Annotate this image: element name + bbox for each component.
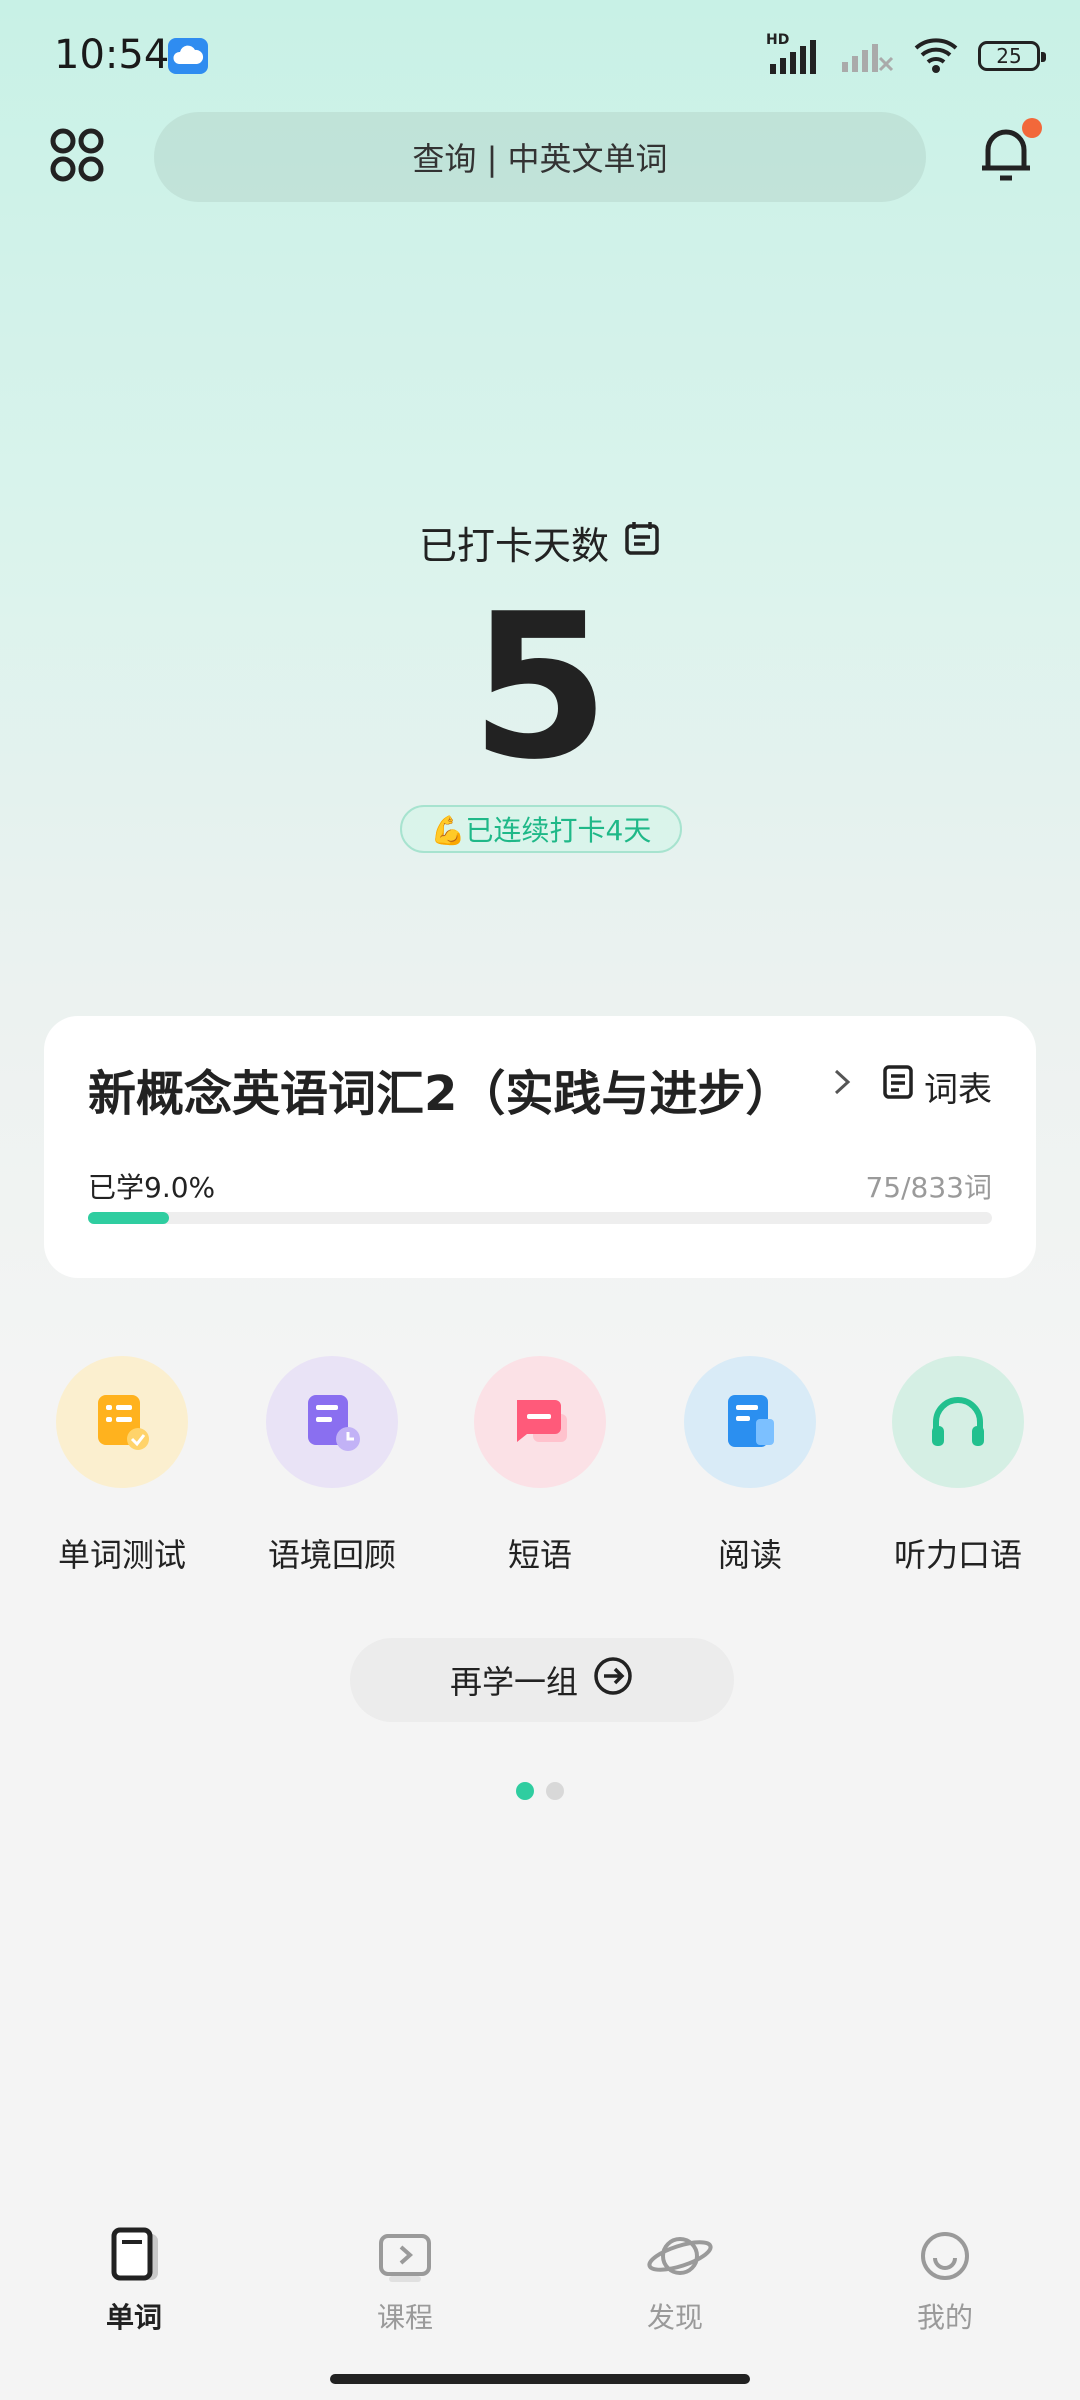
courses-tab-icon [375, 2226, 435, 2286]
battery-level: 25 [996, 44, 1022, 68]
status-time: 10:54 [54, 32, 170, 78]
wordlist-label: 词表 [924, 1070, 992, 1110]
feature-phrase[interactable]: 短语 [470, 1356, 610, 1576]
feature-label: 阅读 [717, 1536, 782, 1574]
nav-label: 发现 [646, 2301, 703, 2334]
nav-label: 单词 [105, 2301, 162, 2334]
progress-count: 75/833词 [865, 1171, 992, 1204]
progress-track [88, 1212, 992, 1224]
home-indicator [330, 2374, 750, 2384]
wifi-icon [912, 34, 960, 78]
feature-label: 听力口语 [893, 1536, 1022, 1574]
words-tab-icon [104, 2226, 164, 2286]
learn-again-label: 再学一组 [449, 1663, 578, 1701]
headphones-icon [892, 1356, 1024, 1488]
reading-icon [684, 1356, 816, 1488]
menu-grid-icon[interactable] [48, 126, 106, 184]
search-bar[interactable]: 查询 | 中英文单词 [154, 112, 926, 202]
phrase-icon [474, 1356, 606, 1488]
checkin-days: 5 [470, 571, 610, 804]
feature-listening-speaking[interactable]: 听力口语 [888, 1356, 1028, 1576]
page-dot-active [516, 1782, 534, 1800]
feature-label: 单词测试 [57, 1536, 186, 1574]
wordlist-button[interactable]: 词表 [830, 1062, 992, 1111]
nav-label: 课程 [376, 2301, 433, 2334]
chevron-right-icon [830, 1065, 854, 1108]
wordlist-icon [882, 1064, 914, 1109]
feature-label: 语境回顾 [267, 1536, 396, 1574]
feature-context-review[interactable]: 语境回顾 [262, 1356, 402, 1576]
word-test-icon [56, 1356, 188, 1488]
feature-label: 短语 [507, 1536, 572, 1574]
planet-icon [645, 2226, 713, 2286]
status-indicators: HD 25 [766, 32, 1046, 78]
nav-label: 我的 [916, 2301, 973, 2334]
signal-off-icon [840, 34, 894, 78]
calendar-icon[interactable] [623, 519, 661, 566]
profile-smile-icon [915, 2226, 975, 2286]
feature-word-test[interactable]: 单词测试 [52, 1356, 192, 1576]
streak-badge: 💪已连续打卡4天 [400, 805, 682, 853]
book-card[interactable]: 新概念英语词汇2（实践与进步） 词表 已学9.0% 75/833词 [44, 1016, 1036, 1278]
notification-dot [1022, 118, 1042, 138]
battery-icon: 25 [978, 41, 1046, 71]
checkin-title-text: 已打卡天数 [418, 524, 609, 568]
nav-mine[interactable]: 我的 [875, 2226, 1015, 2336]
nav-courses[interactable]: 课程 [335, 2226, 475, 2336]
progress-label: 已学9.0% [88, 1171, 216, 1204]
search-placeholder: 查询 | 中英文单词 [412, 140, 668, 178]
signal-icon: HD [766, 32, 822, 76]
feature-reading[interactable]: 阅读 [680, 1356, 820, 1576]
learn-again-button[interactable]: 再学一组 [350, 1638, 734, 1722]
progress-fill [88, 1212, 170, 1224]
nav-discover[interactable]: 发现 [605, 2226, 745, 2336]
checkin-title: 已打卡天数 [0, 515, 1080, 570]
context-review-icon [266, 1356, 398, 1488]
arrow-right-circle-icon [592, 1655, 634, 1705]
page-dot [546, 1782, 564, 1800]
book-title[interactable]: 新概念英语词汇2（实践与进步） [88, 1054, 793, 1124]
cloud-icon [168, 38, 208, 74]
nav-words[interactable]: 单词 [64, 2226, 204, 2336]
